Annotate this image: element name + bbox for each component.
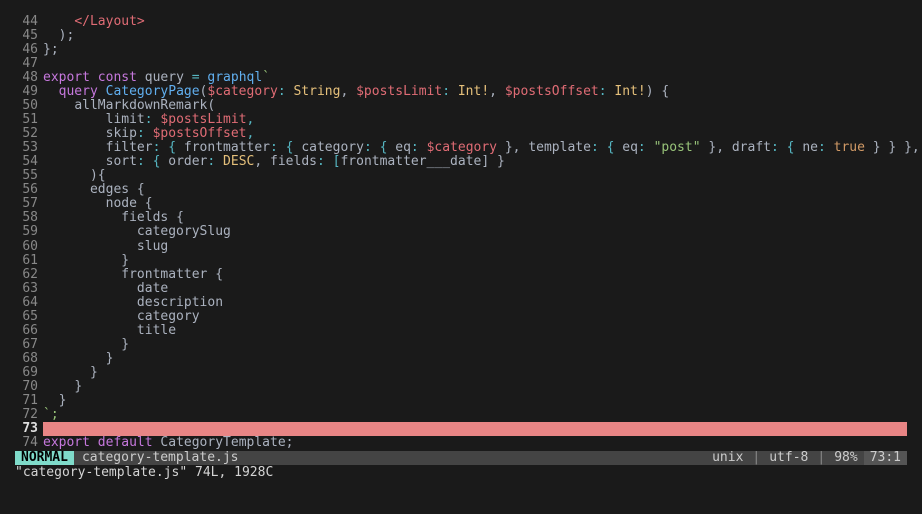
code-line: 61 }	[15, 254, 907, 268]
code-line: 48export const query = graphql`	[15, 71, 907, 85]
line-number: 58	[15, 211, 43, 225]
code-line: 51 limit: $postsLimit,	[15, 113, 907, 127]
code-line: 49 query CategoryPage($category: String,…	[15, 85, 907, 99]
line-number: 56	[15, 183, 43, 197]
line-number: 61	[15, 254, 43, 268]
line-number: 68	[15, 352, 43, 366]
line-number: 71	[15, 394, 43, 408]
code-line: 62 frontmatter {	[15, 268, 907, 282]
code-line: 58 fields {	[15, 211, 907, 225]
code-line: 52 skip: $postsOffset,	[15, 127, 907, 141]
line-number: 73	[15, 422, 43, 436]
code-line: 67 }	[15, 338, 907, 352]
encoding: utf-8	[763, 451, 814, 465]
code-line: 45 );	[15, 29, 907, 43]
command-message: "category-template.js" 74L, 1928C	[15, 465, 907, 480]
code-line: 56 edges {	[15, 183, 907, 197]
line-number: 57	[15, 197, 43, 211]
code-line: 71 }	[15, 394, 907, 408]
line-number: 49	[15, 85, 43, 99]
line-number: 47	[15, 57, 43, 71]
code-line: 57 node {	[15, 197, 907, 211]
code-line: 66 title	[15, 324, 907, 338]
line-number: 53	[15, 141, 43, 155]
code-line: 74export default CategoryTemplate;	[15, 436, 907, 450]
line-number: 44	[15, 15, 43, 29]
line-number: 74	[15, 436, 43, 450]
line-number: 65	[15, 310, 43, 324]
scroll-percent: 98%	[828, 451, 863, 465]
cursor-position: 73:1	[864, 451, 907, 465]
line-number: 70	[15, 380, 43, 394]
line-number: 59	[15, 225, 43, 239]
line-number: 66	[15, 324, 43, 338]
line-number: 69	[15, 366, 43, 380]
line-number: 54	[15, 155, 43, 169]
line-number: 50	[15, 99, 43, 113]
code-line: 54 sort: { order: DESC, fields: [frontma…	[15, 155, 907, 169]
code-line: 46};	[15, 43, 907, 57]
line-number: 46	[15, 43, 43, 57]
code-line: 64 description	[15, 296, 907, 310]
code-editor[interactable]: 44 </Layout> 45 ); 46}; 47 48export cons…	[15, 15, 907, 450]
code-line: 44 </Layout>	[15, 15, 907, 29]
file-format: unix	[706, 451, 749, 465]
code-line: 69 }	[15, 366, 907, 380]
line-number: 67	[15, 338, 43, 352]
status-bar: NORMAL category-template.js unix | utf-8…	[15, 451, 907, 465]
highlighted-line	[43, 422, 907, 436]
code-line: 59 categorySlug	[15, 225, 907, 239]
line-number: 55	[15, 169, 43, 183]
line-number: 51	[15, 113, 43, 127]
code-line: 60 slug	[15, 240, 907, 254]
code-line: 70 }	[15, 380, 907, 394]
filename: category-template.js	[74, 451, 247, 465]
code-line: 53 filter: { frontmatter: { category: { …	[15, 141, 907, 155]
code-line: 72`;	[15, 408, 907, 422]
vim-mode: NORMAL	[15, 451, 74, 465]
line-number: 52	[15, 127, 43, 141]
line-number: 63	[15, 282, 43, 296]
cursor-line: 73	[15, 422, 907, 436]
line-number: 48	[15, 71, 43, 85]
code-line: 65 category	[15, 310, 907, 324]
code-line: 55 ){	[15, 169, 907, 183]
line-number: 64	[15, 296, 43, 310]
code-line: 68 }	[15, 352, 907, 366]
code-line: 50 allMarkdownRemark(	[15, 99, 907, 113]
line-number: 45	[15, 29, 43, 43]
line-number: 62	[15, 268, 43, 282]
line-number: 72	[15, 408, 43, 422]
code-line: 63 date	[15, 282, 907, 296]
code-line: 47	[15, 57, 907, 71]
line-number: 60	[15, 240, 43, 254]
